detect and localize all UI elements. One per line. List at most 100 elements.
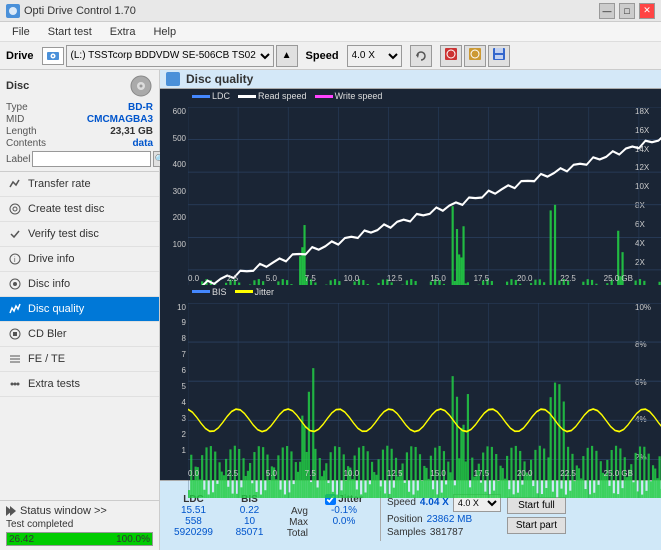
maximize-button[interactable]: □ [619,3,635,19]
mid-label: MID [6,114,24,125]
ldc-total-val: 5920299 [174,527,213,538]
status-arrow-icon [6,506,16,516]
write-color [315,95,333,98]
speed-position-stats: Speed 4.04 X 4.0 X Position 23862 MB Sam… [387,494,501,538]
eject-button[interactable]: ▲ [276,45,298,67]
chart-title: Disc quality [186,72,253,86]
nav-drive-info-label: Drive info [28,253,74,265]
disc-panel: Disc Type BD-R MID CMCMAGBA3 Length 23,3… [0,70,159,172]
ldc-label: LDC [212,91,230,101]
toolbar-btn1[interactable] [440,45,462,67]
disc-title: Disc [6,80,29,92]
toolbar-buttons [440,45,510,67]
drive-select[interactable]: (L:) TSSTcorp BDDVDW SE-506CB TS02 [66,45,274,67]
app-title: Opti Drive Control 1.70 [24,5,136,17]
legend-bis: BIS [192,287,227,297]
drive-icon-indicator [42,47,64,65]
bis-total-val: 85071 [236,527,264,538]
jitter-total-val [343,527,346,538]
legend-ldc: LDC [192,91,230,101]
title-bar-left: Opti Drive Control 1.70 [6,4,136,18]
menu-bar: File Start test Extra Help [0,22,661,42]
x-axis-bottom: 0.0 2.5 5.0 7.5 10.0 12.5 15.0 17.5 20.0… [188,469,633,478]
chart-header-icon [166,72,180,86]
legend-top: LDC Read speed Write speed [192,91,382,101]
nav-transfer-rate[interactable]: Transfer rate [0,172,159,197]
ldc-avg-val: 15.51 [181,505,206,516]
top-chart: LDC Read speed Write speed 600 500 400 3… [160,89,661,285]
progress-bar: 100.0% 26.42 [6,532,153,546]
start-full-button[interactable]: Start full [507,497,566,514]
speed-label: Speed [387,497,416,508]
nav-transfer-rate-label: Transfer rate [28,178,91,190]
ldc-max-val: 558 [185,516,202,527]
bis-label: BIS [212,287,227,297]
progress-percent: 100.0% [116,533,150,547]
progress-time: 26.42 [9,533,34,547]
minimize-button[interactable]: — [599,3,615,19]
nav-extra-tests-label: Extra tests [28,378,80,390]
status-label: Status window >> [6,505,153,517]
nav-disc-info-label: Disc info [28,278,70,290]
nav-cd-bler-label: CD Bler [28,328,67,340]
read-label: Read speed [258,91,307,101]
bis-stats: BIS 0.22 10 85071 [227,494,272,538]
chart-header: Disc quality [160,70,661,89]
close-button[interactable]: ✕ [639,3,655,19]
svg-text:i: i [14,257,16,264]
cd-bler-icon [8,327,22,341]
speed-val: 4.04 X [420,497,449,508]
type-val: BD-R [128,102,153,113]
contents-val: data [132,138,153,149]
mid-val: CMCMAGBA3 [87,114,153,125]
menu-help[interactable]: Help [145,24,184,40]
nav-extra-tests[interactable]: Extra tests [0,372,159,397]
row-labels: Avg Max Total [278,506,308,539]
nav-drive-info[interactable]: i Drive info [0,247,159,272]
nav-verify-label: Verify test disc [28,228,99,240]
transfer-rate-icon [8,177,22,191]
y-axis-left-top: 600 500 400 300 200 100 [160,107,188,267]
drive-bar: Drive (L:) TSSTcorp BDDVDW SE-506CB TS02… [0,42,661,70]
nav-fe-te[interactable]: FE / TE [0,347,159,372]
disc-image-icon [129,74,153,98]
jitter-color [235,290,253,293]
position-label: Position [387,514,423,525]
jitter-max-val: 0.0% [333,516,356,527]
menu-file[interactable]: File [4,24,38,40]
speed-refresh-button[interactable] [410,45,432,67]
write-label: Write speed [335,91,383,101]
nav-cd-bler[interactable]: CD Bler [0,322,159,347]
title-bar: Opti Drive Control 1.70 — □ ✕ [0,0,661,22]
toolbar-btn2[interactable] [464,45,486,67]
nav-disc-quality-label: Disc quality [28,303,84,315]
x-axis-top: 0.0 2.5 5.0 7.5 10.0 12.5 15.0 17.5 20.0… [188,274,633,283]
bis-color [192,290,210,293]
y-axis-left-bottom: 10 9 8 7 6 5 4 3 2 1 [160,303,188,463]
speed-select-header[interactable]: 4.0 X [347,45,402,67]
drive-label: Drive [6,50,34,62]
create-test-icon [8,202,22,216]
extra-tests-icon [8,377,22,391]
disc-label-input[interactable] [32,151,151,167]
menu-start-test[interactable]: Start test [40,24,100,40]
start-part-button[interactable]: Start part [507,517,566,534]
status-window[interactable]: Status window >> Test completed 100.0% 2… [0,500,159,550]
bis-max-val: 10 [244,516,255,527]
samples-row: Samples 381787 [387,527,501,538]
drive-info-icon: i [8,252,22,266]
toolbar-save[interactable] [488,45,510,67]
nav-disc-info[interactable]: Disc info [0,272,159,297]
action-buttons: Start full Start part [507,497,566,534]
chart-area: Disc quality LDC Read speed Write speed [160,70,661,550]
bis-avg-val: 0.22 [240,505,259,516]
disc-info-icon [8,277,22,291]
ldc-color [192,95,210,98]
nav-create-test-disc[interactable]: Create test disc [0,197,159,222]
verify-icon [8,227,22,241]
nav-verify-test-disc[interactable]: Verify test disc [0,222,159,247]
menu-extra[interactable]: Extra [102,24,144,40]
total-label: Total [287,528,308,539]
nav-disc-quality[interactable]: Disc quality [0,297,159,322]
legend-write: Write speed [315,91,383,101]
